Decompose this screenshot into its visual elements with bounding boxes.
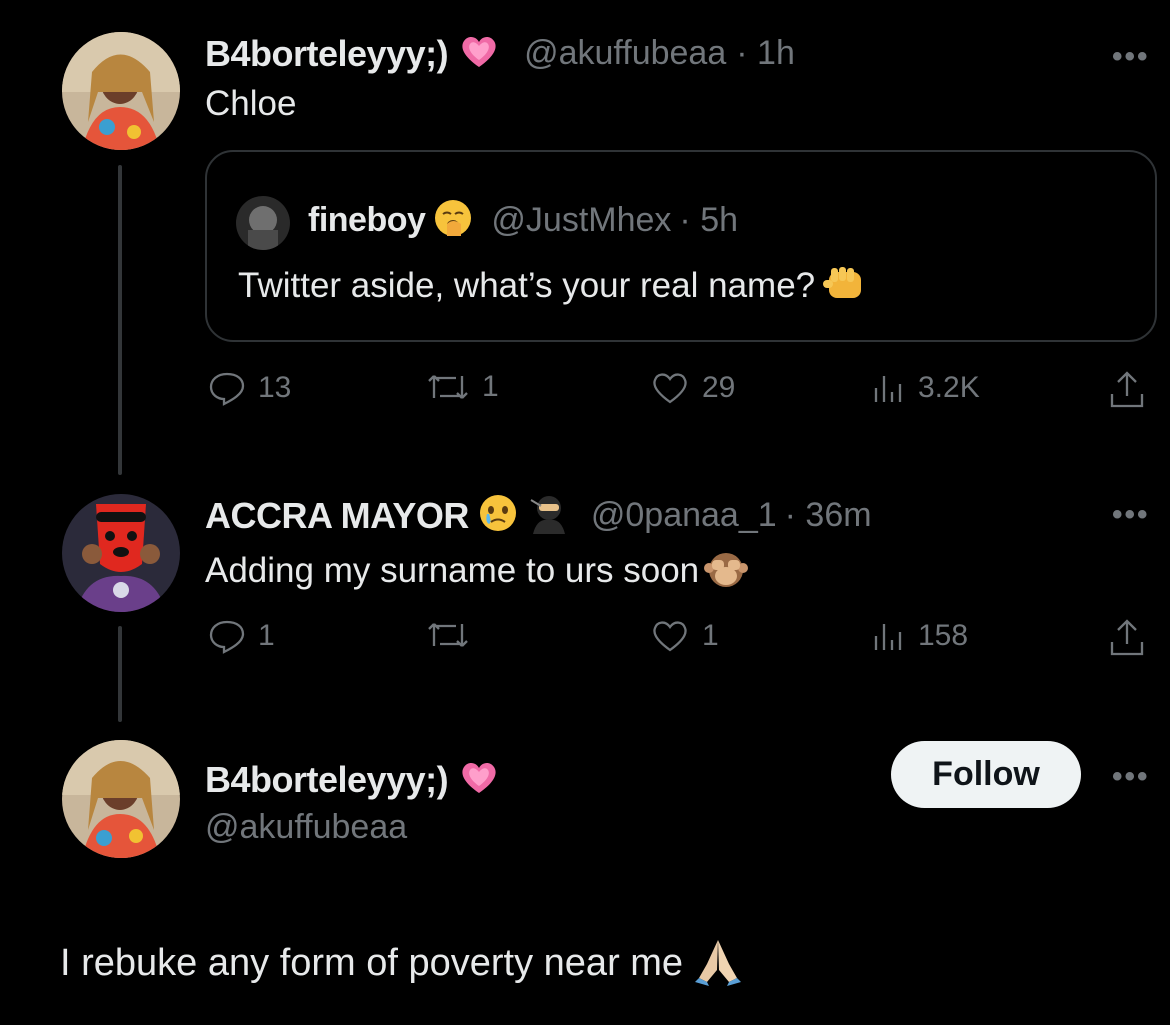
like-button[interactable]: 1 [650, 618, 719, 654]
sparkling-heart-icon [458, 32, 500, 75]
more-options-icon[interactable]: ••• [1112, 760, 1150, 794]
share-button[interactable] [1108, 618, 1146, 658]
tweet-text: I rebuke any form of poverty near me [60, 942, 684, 984]
quoted-tweet-text: Twitter aside, what’s your real name? [238, 265, 816, 305]
view-count: 3.2K [918, 371, 980, 404]
heart-icon [653, 373, 687, 404]
follow-button[interactable]: Follow [891, 741, 1081, 808]
retweet-icon [428, 623, 468, 647]
retweet-icon [428, 375, 468, 399]
views-button[interactable]: 3.2K [870, 370, 980, 406]
timestamp[interactable]: · 36m [785, 496, 872, 535]
retweet-count: 1 [482, 370, 499, 403]
see-no-evil-monkey-icon [703, 546, 749, 595]
avatar[interactable] [62, 494, 180, 612]
like-count: 1 [702, 619, 719, 652]
reply-count: 13 [258, 371, 292, 404]
fist-icon [821, 262, 867, 309]
reply-icon [209, 620, 245, 654]
like-button[interactable]: 29 [650, 370, 735, 406]
share-button[interactable] [1108, 370, 1146, 410]
retweet-button[interactable]: 1 [426, 370, 499, 404]
display-name[interactable]: B4borteleyyy;) [205, 33, 449, 75]
handle[interactable]: @0panaa_1 [591, 496, 777, 535]
views-icon [874, 624, 902, 650]
avatar[interactable] [62, 32, 180, 150]
more-options-icon[interactable]: ••• [1112, 498, 1150, 532]
avatar[interactable] [62, 740, 180, 858]
timestamp[interactable]: · 5h [679, 201, 738, 240]
quoted-tweet[interactable] [205, 150, 1157, 342]
tweet-text: Adding my surname to urs soon [205, 550, 700, 590]
reply-icon [209, 372, 245, 406]
more-options-icon[interactable]: ••• [1112, 40, 1150, 74]
reply-count: 1 [258, 619, 275, 652]
heart-icon [653, 621, 687, 652]
avatar[interactable] [236, 196, 290, 250]
tweet-text: Chloe [205, 84, 297, 123]
sparkling-heart-icon [458, 758, 500, 801]
share-icon [1110, 371, 1144, 408]
like-count: 29 [702, 371, 736, 404]
thread-line [118, 165, 122, 475]
handle[interactable]: @akuffubeaa [205, 808, 407, 847]
reply-button[interactable]: 13 [208, 370, 291, 406]
reply-button[interactable]: 1 [208, 618, 275, 654]
view-count: 158 [918, 619, 969, 652]
retweet-button[interactable] [426, 618, 482, 652]
yawning-face-icon [433, 198, 473, 243]
ninja-icon [527, 492, 571, 539]
face-holding-back-tears-icon [477, 492, 519, 539]
handle[interactable]: @akuffubeaa [524, 34, 726, 73]
timestamp[interactable]: · 1h [736, 34, 795, 73]
folded-hands-icon [693, 936, 743, 991]
display-name[interactable]: ACCRA MAYOR [205, 495, 469, 537]
thread-line [118, 626, 122, 722]
views-icon [874, 376, 902, 402]
share-icon [1110, 619, 1144, 656]
display-name[interactable]: fineboy [308, 201, 426, 240]
display-name[interactable]: B4borteleyyy;) [205, 759, 449, 801]
handle[interactable]: @JustMhex [491, 201, 671, 240]
views-button[interactable]: 158 [870, 618, 968, 654]
